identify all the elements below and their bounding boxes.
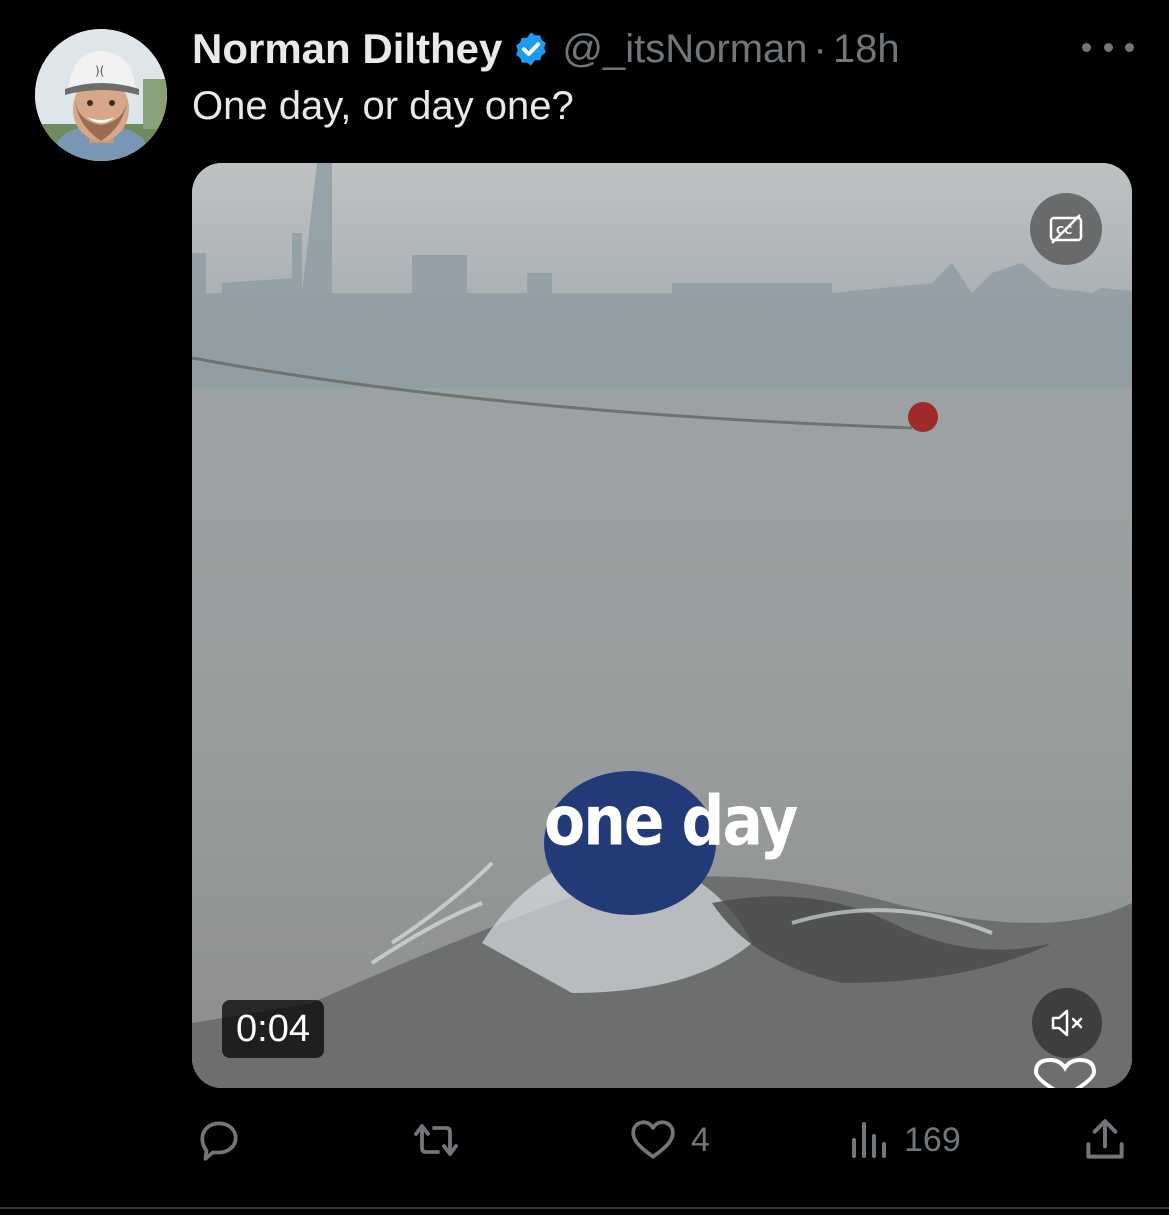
like-icon <box>631 1120 675 1159</box>
video-caption: one day <box>544 781 798 862</box>
retweet-icon <box>414 1124 458 1156</box>
video-frame <box>192 163 1132 1088</box>
reply-button[interactable] <box>194 1110 256 1170</box>
verified-badge-icon[interactable] <box>512 30 550 68</box>
views-count: 169 <box>904 1120 961 1159</box>
author-handle[interactable]: @_itsNorman <box>562 27 807 72</box>
retweet-button[interactable] <box>408 1110 476 1170</box>
captions-off-icon[interactable]: CC <box>1030 193 1102 265</box>
svg-text:)(: )( <box>95 64 104 78</box>
like-count: 4 <box>691 1120 710 1159</box>
share-button[interactable] <box>1080 1110 1130 1170</box>
tweet-actions: 4 169 <box>0 1110 1169 1170</box>
video-player[interactable]: one day CC 0:04 <box>192 163 1132 1088</box>
tweet-text: One day, or day one? <box>192 84 574 128</box>
views-icon <box>852 1122 886 1158</box>
more-options-icon[interactable] <box>1082 30 1134 64</box>
views-button[interactable]: 169 <box>848 1110 961 1170</box>
avatar[interactable]: )( <box>35 29 167 161</box>
timestamp[interactable]: 18h <box>833 27 900 72</box>
heart-overlay-icon <box>1033 1058 1097 1088</box>
tweet-divider <box>0 1207 1169 1209</box>
volume-muted-icon[interactable] <box>1032 988 1102 1058</box>
video-duration: 0:04 <box>222 1000 324 1058</box>
share-icon <box>1086 1119 1124 1159</box>
tweet-header: Norman Dilthey @_itsNorman · 18h <box>192 24 900 74</box>
author-name[interactable]: Norman Dilthey <box>192 25 502 73</box>
separator-dot: · <box>813 26 827 71</box>
reply-icon <box>200 1121 238 1161</box>
avatar-image: )( <box>35 29 167 161</box>
like-button[interactable]: 4 <box>627 1110 710 1170</box>
